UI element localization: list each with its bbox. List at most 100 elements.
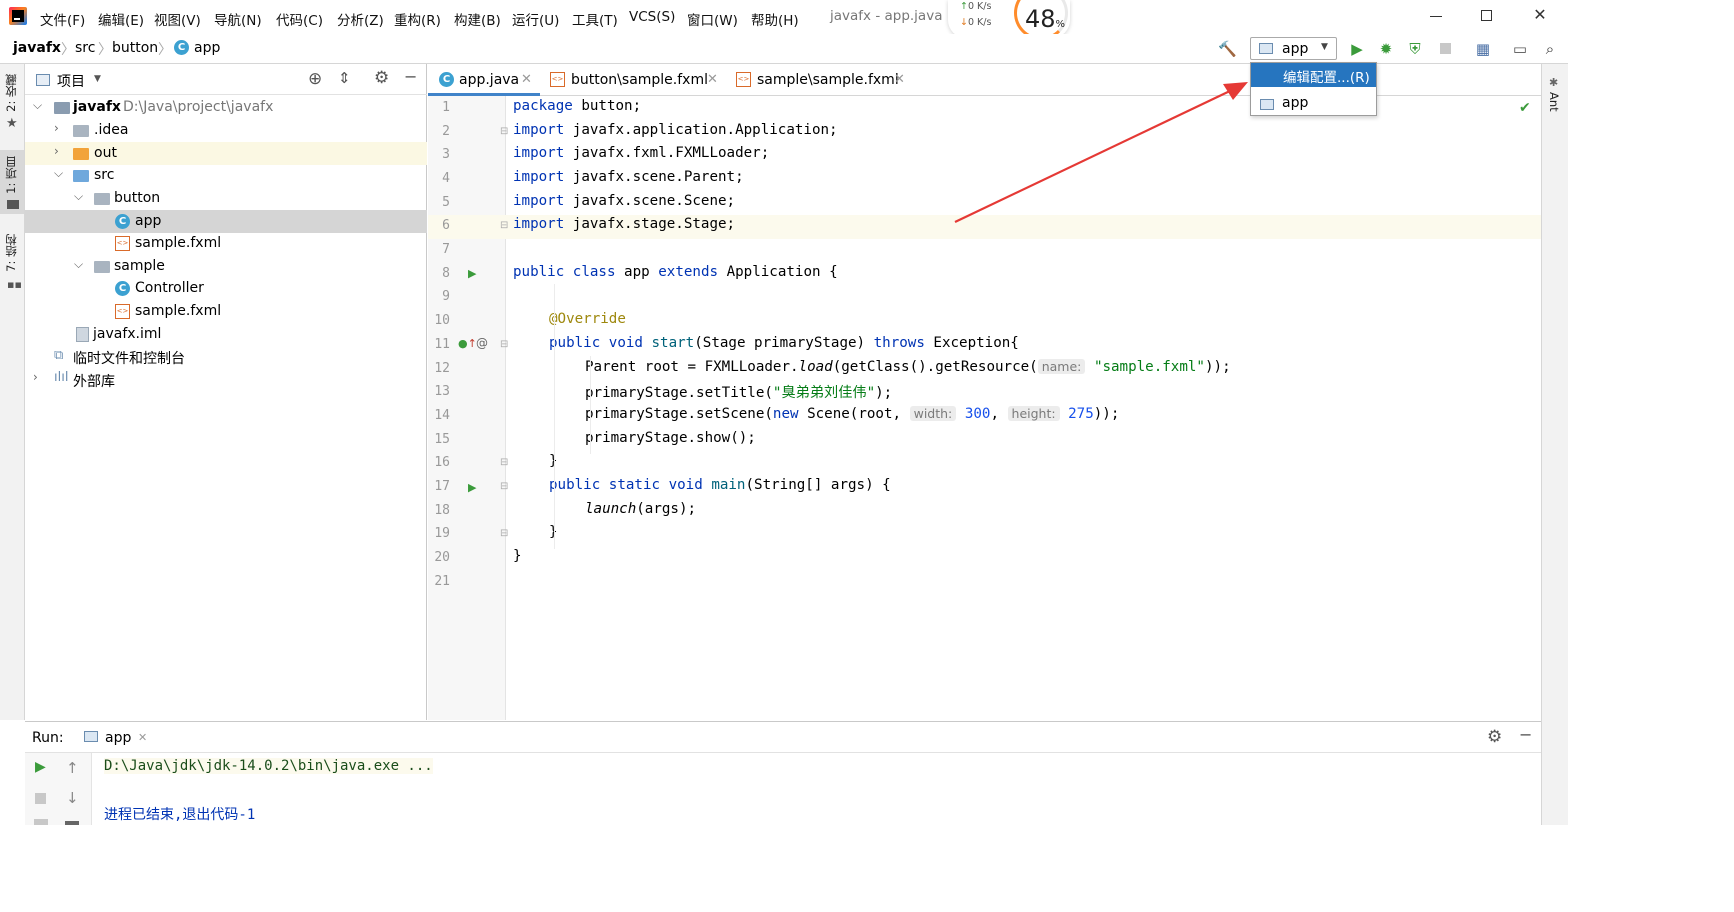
- run-tab-app[interactable]: app ✕: [80, 722, 160, 752]
- parameter-hint: height:: [1007, 406, 1060, 421]
- tab-button-sample-fxml[interactable]: <> button\sample.fxml ✕: [540, 64, 726, 96]
- terminal-icon[interactable]: ▭: [1511, 40, 1529, 58]
- menu-view[interactable]: 视图(V): [154, 9, 201, 29]
- run-gutter-icon[interactable]: ▶: [468, 481, 476, 494]
- locate-target-icon[interactable]: ⊕: [308, 69, 322, 89]
- debug-bug-icon[interactable]: ✹: [1377, 40, 1395, 58]
- fold-marker-icon[interactable]: ⊟: [500, 481, 508, 492]
- code-token: 275: [1068, 406, 1094, 422]
- project-structure-icon[interactable]: ▦: [1474, 40, 1492, 58]
- maximize-window-button[interactable]: [1475, 5, 1499, 27]
- close-tab-icon[interactable]: ✕: [138, 731, 147, 744]
- stop-icon[interactable]: [1436, 40, 1454, 58]
- minimize-icon[interactable]: −: [404, 67, 417, 86]
- tree-item-idea[interactable]: › .idea: [25, 119, 427, 142]
- stop-icon[interactable]: [35, 793, 46, 804]
- run-play-icon[interactable]: ▶: [1348, 40, 1366, 58]
- up-arrow-icon[interactable]: ↑: [66, 759, 79, 777]
- menu-window[interactable]: 窗口(W): [687, 9, 738, 29]
- menu-refactor[interactable]: 重构(R): [394, 9, 441, 29]
- minimize-icon: [1430, 16, 1442, 17]
- chevron-right-icon: ›: [54, 144, 59, 158]
- breadcrumb-src[interactable]: src: [75, 40, 95, 56]
- run-panel-toolbar: ▶ ↑ ↓: [25, 753, 92, 825]
- menu-edit[interactable]: 编辑(E): [98, 9, 144, 29]
- line-number: 17: [434, 479, 450, 494]
- chevron-down-icon: ⌵: [33, 98, 43, 112]
- rerun-play-icon[interactable]: ▶: [35, 759, 46, 775]
- tree-item-sample-fxml-2[interactable]: <> sample.fxml: [25, 300, 427, 323]
- package-folder-icon: [94, 261, 110, 273]
- override-marker-icon[interactable]: ●↑: [458, 337, 477, 350]
- tab-structure[interactable]: 7: 结构: [3, 234, 19, 272]
- toolbar-more-icon[interactable]: [34, 819, 48, 825]
- toolbar-more-icon-2[interactable]: [65, 821, 79, 825]
- code-token: ));: [1204, 359, 1231, 375]
- code-token: @Override: [549, 311, 626, 327]
- tree-item-out[interactable]: › out: [25, 142, 427, 165]
- search-icon[interactable]: ⌕: [1541, 40, 1559, 58]
- tree-item-app[interactable]: C app: [25, 210, 427, 233]
- tree-item-javafx-iml[interactable]: javafx.iml: [25, 323, 427, 346]
- tree-item-label: 临时文件和控制台: [73, 351, 185, 367]
- tree-item-sample-fxml[interactable]: <> sample.fxml: [25, 232, 427, 255]
- close-tab-icon[interactable]: ✕: [894, 72, 905, 87]
- close-tab-icon[interactable]: ✕: [707, 72, 718, 87]
- tab-sample-sample-fxml[interactable]: <> sample\sample.fxml ✕: [726, 64, 916, 96]
- tab-favorites[interactable]: 2: 收藏: [3, 74, 19, 112]
- fold-marker-icon[interactable]: ⊟: [500, 220, 508, 231]
- run-output-console[interactable]: D:\Java\jdk\jdk-14.0.2\bin\java.exe ... …: [92, 753, 1541, 825]
- annotation-arrow-head: [1223, 82, 1248, 100]
- breadcrumb-separator-icon: 〉: [61, 42, 75, 58]
- menu-file[interactable]: 文件(F): [40, 9, 85, 29]
- fold-marker-icon[interactable]: ⊟: [500, 457, 508, 468]
- fold-marker-icon[interactable]: ⊟: [500, 528, 508, 539]
- tree-item-sample[interactable]: ⌵ sample: [25, 255, 427, 278]
- menu-code[interactable]: 代码(C): [276, 9, 323, 29]
- tab-project[interactable]: 1: 项目: [3, 156, 19, 194]
- line-number: 14: [434, 408, 450, 423]
- tree-item-path: D:\Java\project\javafx: [123, 99, 274, 115]
- line-number: 3: [442, 147, 450, 162]
- chevron-down-icon[interactable]: ▼: [94, 74, 101, 84]
- fxml-file-icon: <>: [550, 72, 565, 87]
- menu-run[interactable]: 运行(U): [512, 9, 559, 29]
- minimize-icon[interactable]: −: [1519, 725, 1532, 744]
- run-panel-label: Run:: [32, 730, 64, 746]
- collapse-icon[interactable]: ⇕: [338, 69, 351, 87]
- gear-icon[interactable]: ⚙: [1487, 727, 1502, 747]
- menu-tools[interactable]: 工具(T): [572, 9, 618, 29]
- menu-navigate[interactable]: 导航(N): [214, 9, 262, 29]
- hammer-build-icon[interactable]: 🔨: [1218, 40, 1237, 58]
- run-config-app-item[interactable]: app: [1251, 93, 1376, 115]
- tree-item-external-libraries[interactable]: › ılıl 外部库: [25, 368, 427, 391]
- fold-marker-icon[interactable]: ⊟: [500, 339, 508, 350]
- run-config-label: app: [1282, 41, 1309, 57]
- down-arrow-icon[interactable]: ↓: [66, 789, 79, 807]
- menu-vcs[interactable]: VCS(S): [629, 9, 675, 25]
- minimize-window-button[interactable]: [1424, 5, 1448, 27]
- breadcrumb-button[interactable]: button: [112, 40, 158, 56]
- tree-item-src[interactable]: ⌵ src: [25, 164, 427, 187]
- breadcrumb-app[interactable]: app: [194, 40, 220, 56]
- tree-item-controller[interactable]: C Controller: [25, 277, 427, 300]
- run-gutter-icon[interactable]: ▶: [468, 267, 476, 280]
- tree-item-scratches[interactable]: ⧉ 临时文件和控制台: [25, 345, 427, 368]
- menu-build[interactable]: 构建(B): [454, 9, 501, 29]
- fold-marker-icon[interactable]: ⊟: [500, 126, 508, 137]
- tab-app-java[interactable]: C app.java ✕: [428, 64, 540, 96]
- coverage-icon[interactable]: ⛨: [1406, 40, 1424, 58]
- menu-analyze[interactable]: 分析(Z): [337, 9, 384, 29]
- run-config-selector[interactable]: app ▼: [1250, 37, 1337, 60]
- gear-icon[interactable]: ⚙: [374, 68, 389, 88]
- folder-icon: [7, 200, 19, 209]
- breadcrumb-project[interactable]: javafx: [13, 40, 61, 56]
- menu-help[interactable]: 帮助(H): [751, 9, 799, 29]
- project-panel-title[interactable]: 项目: [57, 71, 85, 91]
- tree-item-button[interactable]: ⌵ button: [25, 187, 427, 210]
- tree-item-javafx[interactable]: ⌵ javafx D:\Java\project\javafx: [25, 96, 427, 119]
- tab-ant[interactable]: Ant: [1547, 92, 1561, 112]
- edit-configurations-item[interactable]: 编辑配置...(R): [1251, 63, 1376, 87]
- close-window-button[interactable]: ✕: [1528, 5, 1552, 27]
- close-tab-icon[interactable]: ✕: [521, 72, 532, 87]
